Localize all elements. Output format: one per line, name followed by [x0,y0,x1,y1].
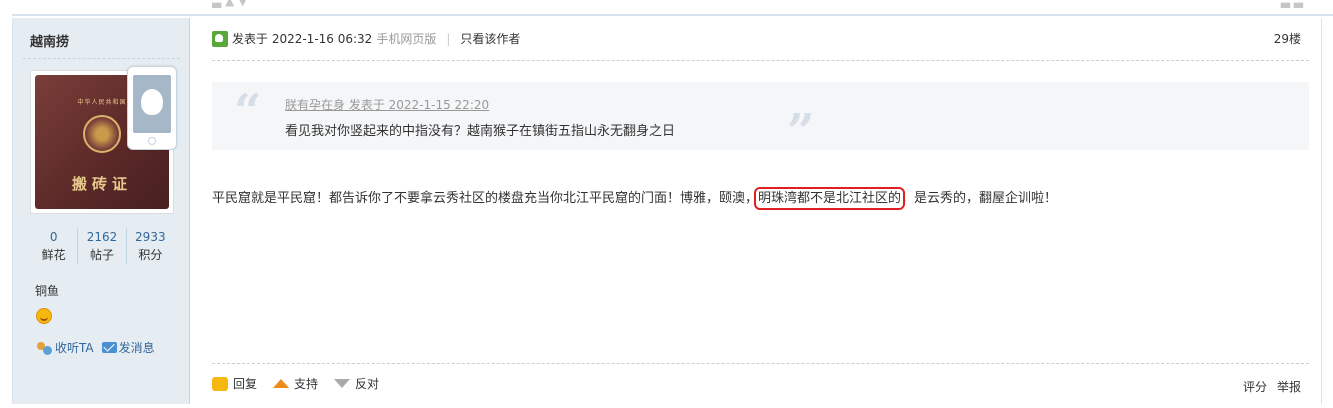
reply-icon [212,376,228,391]
message-button[interactable]: 发消息 [101,339,155,356]
thumb-up-arrow-icon [273,379,290,388]
post-actions: 回复 支持 反对 [212,375,395,392]
quote-header-link[interactable]: 朕有孕在身 发表于 2022-1-15 22:20 [285,96,489,113]
follow-icon [35,341,53,355]
user-rank: 铜鱼 [35,284,60,298]
device-label: 手机网页版 [376,32,437,46]
content-highlight: 明珠湾都不是北江社区的 [754,187,906,210]
apple-icon [141,89,163,115]
post-main: 发表于 2022-1-16 06:32 手机网页版 | 只看该作者 29楼 “ … [191,18,1323,404]
thumb-down-arrow-icon [334,379,351,388]
support-button[interactable]: 支持 [273,375,318,392]
follow-button[interactable]: 收听TA [35,339,94,356]
mail-icon [101,342,117,353]
post-time: 发表于 2022-1-16 06:32 [232,32,373,46]
rate-button[interactable]: 评分 [1243,378,1267,395]
author-name[interactable]: 越南捞 [30,31,69,50]
previous-post-footer: ▃ ▲ ▼ ▃ ▃ [12,0,1333,16]
footer-divider [212,363,1309,364]
meta-divider-line [212,60,1309,61]
stat-points[interactable]: 2933 积分 [127,228,174,264]
quote-body: 看见我对你竖起来的中指没有？越南猴子在镇街五指山永无翻身之日 [285,124,676,139]
close-quote-icon: ” [787,104,815,160]
quote-block: “ 朕有孕在身 发表于 2022-1-15 22:20 看见我对你竖起来的中指没… [212,82,1309,160]
meta-divider: | [446,31,451,46]
forum-post: 越南捞 中华人民共和国 搬砖证 0 鲜花 2162 帖子 2933 积分 铜鱼 … [12,18,1322,404]
name-divider [23,58,180,59]
post-meta: 发表于 2022-1-16 06:32 手机网页版 | 只看该作者 [212,30,520,47]
smiley-rank-icon [36,308,52,324]
post-right-actions: 评分 举报 [1243,378,1301,395]
mobile-phone-icon [127,66,177,150]
post-content: 平民窟就是平民窟！都告诉你了不要拿云秀社区的楼盘充当你北江平民窟的门面！博雅，颐… [212,187,1058,210]
author-actions: 收听TA 发消息 [35,339,155,356]
stat-flowers[interactable]: 0 鲜花 [30,228,79,264]
passport-label: 搬砖证 [71,175,132,193]
content-text-before: 平民窟就是平民窟！都告诉你了不要拿云秀社区的楼盘充当你北江平民窟的门面！博雅，颐… [212,191,759,206]
previous-post-right-actions: ▃ ▃ [1280,0,1303,8]
oppose-button[interactable]: 反对 [334,375,379,392]
reply-button[interactable]: 回复 [212,375,257,392]
emblem-icon [83,115,121,153]
author-sidebar: 越南捞 中华人民共和国 搬砖证 0 鲜花 2162 帖子 2933 积分 铜鱼 … [13,18,190,404]
previous-post-actions: ▃ ▲ ▼ [212,0,248,8]
report-button[interactable]: 举报 [1277,378,1301,395]
author-stats: 0 鲜花 2162 帖子 2933 积分 [30,228,174,264]
only-author-link[interactable]: 只看该作者 [460,30,520,47]
content-text-after: ，是云秀的，翻屋企训啦！ [901,191,1058,206]
online-status-icon [212,30,228,47]
open-quote-icon: “ [234,84,262,140]
stat-posts[interactable]: 2162 帖子 [78,228,127,264]
floor-number[interactable]: 29楼 [1274,30,1301,47]
